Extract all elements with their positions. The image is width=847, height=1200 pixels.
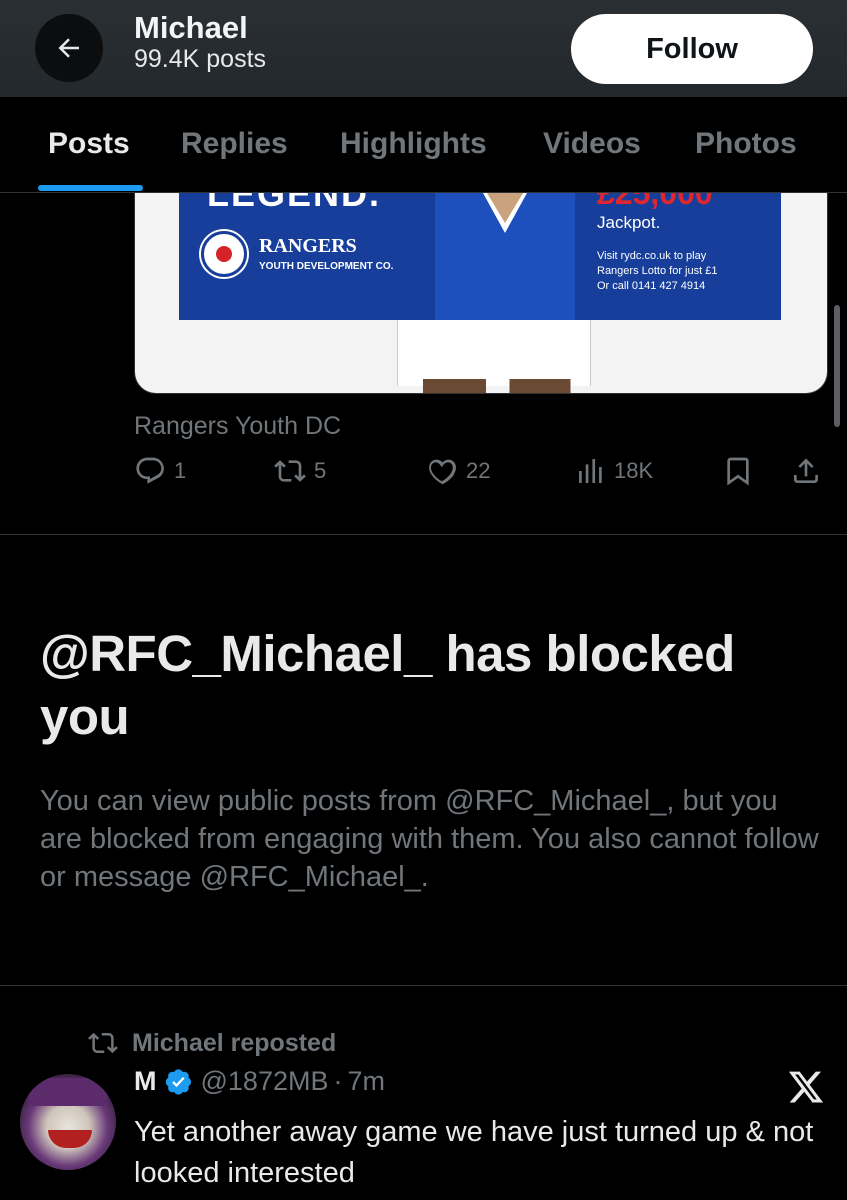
heart-icon xyxy=(429,459,456,485)
author-handle[interactable]: @1872MB xyxy=(201,1066,329,1097)
arrow-left-icon xyxy=(58,38,79,58)
author-name[interactable]: M xyxy=(134,1066,157,1097)
tweet-timestamp[interactable]: 7m xyxy=(347,1066,385,1097)
active-tab-indicator xyxy=(38,185,143,191)
divider xyxy=(0,534,847,535)
views-icon xyxy=(579,459,602,483)
share-icon xyxy=(794,458,818,483)
back-button[interactable] xyxy=(35,14,103,82)
like-button[interactable]: 22 xyxy=(426,455,490,487)
repost-label: Michael reposted xyxy=(132,1028,337,1057)
x-logo-icon xyxy=(788,1071,824,1103)
tab-posts[interactable]: Posts xyxy=(48,127,130,161)
lotto-banner: LEGEND. RANGERS YOUTH DEVELOPMENT CO. £2… xyxy=(179,193,781,320)
bookmark-button[interactable] xyxy=(722,455,754,487)
reply-button[interactable]: 1 xyxy=(134,455,186,487)
blocked-description: You can view public posts from @RFC_Mich… xyxy=(40,785,819,893)
view-count: 18K xyxy=(614,458,654,483)
avatar[interactable] xyxy=(20,1074,116,1170)
banner-info: Visit rydc.co.uk to play Rangers Lotto f… xyxy=(597,249,717,294)
info-line: Visit rydc.co.uk to play xyxy=(597,250,707,262)
info-line: Or call 0141 427 4914 xyxy=(597,280,706,292)
verified-badge-icon xyxy=(165,1068,191,1095)
player-legs xyxy=(405,379,585,393)
like-count: 22 xyxy=(466,458,491,483)
brand-name: RANGERS xyxy=(259,235,357,257)
profile-tabs: Posts Replies Highlights Videos Photos xyxy=(0,97,847,193)
tweet-header: M @1872MB · 7m xyxy=(134,1066,385,1097)
profile-header: Michael 99.4K posts Follow xyxy=(0,0,847,97)
tab-replies[interactable]: Replies xyxy=(181,127,288,161)
repost-icon xyxy=(88,1032,118,1054)
bookmark-icon xyxy=(727,457,749,486)
share-button[interactable] xyxy=(790,455,822,487)
post-actions: 1 5 22 18K xyxy=(134,455,828,491)
banner-legend-text: LEGEND. xyxy=(207,193,382,214)
repost-button[interactable]: 5 xyxy=(274,455,326,487)
repost-icon xyxy=(274,460,306,482)
media-source-label[interactable]: Rangers Youth DC xyxy=(134,412,341,441)
post-count: 99.4K posts xyxy=(134,45,267,73)
tab-highlights[interactable]: Highlights xyxy=(340,127,487,161)
profile-name: Michael xyxy=(134,10,248,45)
tweet-text: Yet another away game we have just turne… xyxy=(134,1116,814,1189)
follow-button[interactable]: Follow xyxy=(571,14,813,84)
post-media[interactable]: LEGEND. RANGERS YOUTH DEVELOPMENT CO. £2… xyxy=(134,193,828,394)
rangers-crest-logo xyxy=(201,231,247,277)
player-shirt xyxy=(435,193,575,320)
brand-subtitle: YOUTH DEVELOPMENT CO. xyxy=(259,261,394,272)
views-button[interactable]: 18K xyxy=(574,455,653,487)
jackpot-label: Jackpot. xyxy=(597,213,661,232)
divider xyxy=(0,985,847,986)
info-line: Rangers Lotto for just £1 xyxy=(597,265,718,277)
repost-count: 5 xyxy=(314,458,327,483)
reply-count: 1 xyxy=(174,458,187,483)
tab-videos[interactable]: Videos xyxy=(543,127,641,161)
separator-dot: · xyxy=(333,1066,343,1096)
repost-indicator[interactable]: Michael reposted xyxy=(88,1028,336,1058)
reply-icon xyxy=(136,457,164,484)
player-shorts xyxy=(397,320,591,386)
scrollbar[interactable] xyxy=(834,305,840,427)
prize-amount: £25,000 xyxy=(597,193,713,211)
tab-photos[interactable]: Photos xyxy=(695,127,797,161)
blocked-title: @RFC_Michael_ has blocked you xyxy=(40,625,735,745)
